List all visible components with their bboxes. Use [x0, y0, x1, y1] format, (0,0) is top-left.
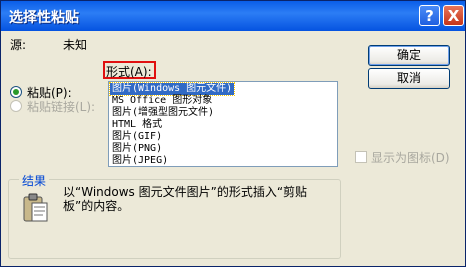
help-button[interactable]: ? — [419, 5, 440, 26]
paste-link-radio-label: 粘贴链接(L): — [27, 100, 96, 114]
result-description-line2: 板”的内容。 — [63, 199, 130, 213]
display-as-icon-label: 显示为图标(D) — [371, 151, 450, 165]
close-button[interactable]: X — [443, 5, 464, 26]
format-item[interactable]: 图片(GIF) — [112, 131, 162, 143]
result-title: 结果 — [19, 172, 50, 189]
format-listbox[interactable]: 图片(Windows 图元文件) MS Office 图形对象 图片(增强型图元… — [108, 81, 338, 167]
source-value: 未知 — [63, 38, 88, 52]
paste-special-dialog: 选择性粘贴 ? X 源: 未知 确定 取消 形式(A): 粘贴(P): 粘贴链接… — [0, 0, 466, 267]
display-as-icon-checkbox[interactable] — [355, 151, 367, 163]
format-label: 形式(A): — [106, 65, 152, 79]
format-item[interactable]: 图片(PNG) — [112, 143, 162, 155]
format-item[interactable]: 图片(Windows 图元文件) — [109, 82, 236, 96]
paste-link-radio[interactable] — [10, 100, 22, 112]
dialog-title: 选择性粘贴 — [9, 10, 79, 26]
format-item[interactable]: HTML 格式 — [112, 119, 162, 131]
format-item[interactable]: 图片(JPEG) — [112, 155, 168, 166]
source-label: 源: — [10, 38, 27, 52]
format-item[interactable]: 图片(增强型图元文件) — [112, 107, 214, 119]
ok-button[interactable]: 确定 — [368, 45, 450, 66]
format-item[interactable]: MS Office 图形对象 — [112, 95, 212, 107]
paste-radio[interactable] — [10, 86, 22, 98]
title-bar: 选择性粘贴 ? X — [1, 1, 465, 31]
cancel-button[interactable]: 取消 — [368, 68, 450, 89]
clipboard-icon — [23, 193, 48, 222]
